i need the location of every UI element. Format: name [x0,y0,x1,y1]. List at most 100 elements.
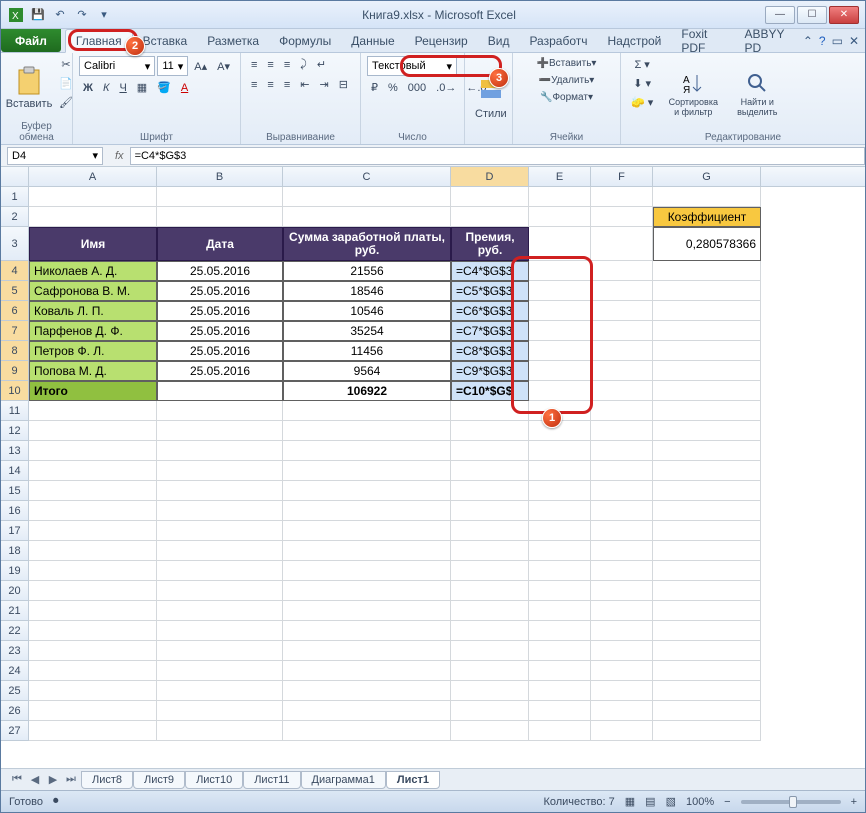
row-header-6[interactable]: 6 [1,301,29,321]
cell[interactable] [451,541,529,561]
cell[interactable] [529,521,591,541]
cell[interactable] [591,281,653,301]
paste-button[interactable]: Вставить [7,56,51,120]
row-header-17[interactable]: 17 [1,521,29,541]
cell[interactable] [591,501,653,521]
cell[interactable] [591,421,653,441]
cell[interactable] [653,521,761,541]
row-header-10[interactable]: 10 [1,381,29,401]
name-cell[interactable]: Сафронова В. М. [29,281,157,301]
zoom-slider[interactable] [741,800,841,804]
view-normal-icon[interactable]: ▦ [625,795,635,808]
cell[interactable] [591,541,653,561]
cell[interactable] [591,321,653,341]
bonus-cell[interactable]: =C5*$G$3 [451,281,529,301]
formula-input[interactable]: =C4*$G$3 [130,147,865,165]
cell[interactable] [529,261,591,281]
border-icon[interactable]: ▦ [133,79,151,96]
cell[interactable] [29,521,157,541]
row-header-25[interactable]: 25 [1,681,29,701]
cell[interactable] [653,361,761,381]
sheet-tab-Лист8[interactable]: Лист8 [81,771,133,789]
cell[interactable] [653,681,761,701]
cell[interactable] [591,381,653,401]
fill-color-icon[interactable]: 🪣 [153,79,175,96]
cell[interactable] [529,661,591,681]
cell[interactable] [157,661,283,681]
cell[interactable] [451,461,529,481]
tab-formulas[interactable]: Формулы [269,29,341,52]
cell[interactable] [653,341,761,361]
cell[interactable] [653,501,761,521]
ribbon-minimize-icon[interactable]: ⌃ [803,34,813,48]
cell[interactable] [283,661,451,681]
cell[interactable] [529,561,591,581]
cell[interactable] [283,461,451,481]
minimize-button[interactable]: — [765,6,795,24]
cell[interactable] [29,541,157,561]
cell[interactable] [157,481,283,501]
increase-indent-icon[interactable]: ⇥ [315,76,332,93]
cell[interactable] [29,721,157,741]
cell[interactable] [157,581,283,601]
cell[interactable] [283,641,451,661]
insert-cells-button[interactable]: ➕ Вставить ▾ [519,56,614,71]
fx-icon[interactable]: fx [109,150,130,162]
cell[interactable] [451,441,529,461]
sheet-tab-Лист10[interactable]: Лист10 [185,771,243,789]
cell[interactable] [29,641,157,661]
cell[interactable] [283,621,451,641]
total-salary[interactable]: 106922 [283,381,451,401]
cell[interactable] [451,421,529,441]
view-pagebreak-icon[interactable]: ▧ [666,795,676,808]
sheet-nav-next-icon[interactable]: ▶ [45,772,61,788]
row-header-5[interactable]: 5 [1,281,29,301]
cell[interactable] [29,461,157,481]
italic-icon[interactable]: К [99,79,113,96]
cell[interactable] [591,227,653,261]
clear-icon[interactable]: 🧽 ▾ [627,94,657,111]
row-header-14[interactable]: 14 [1,461,29,481]
cell[interactable] [653,621,761,641]
help-icon[interactable]: ? [819,34,826,48]
cell[interactable] [653,421,761,441]
cell[interactable] [157,207,283,227]
salary-cell[interactable]: 10546 [283,301,451,321]
cell[interactable] [653,401,761,421]
file-tab[interactable]: Файл [1,29,61,52]
cell[interactable] [451,681,529,701]
cell[interactable] [283,187,451,207]
cell[interactable] [29,187,157,207]
cell[interactable] [157,601,283,621]
cell[interactable] [451,721,529,741]
cell[interactable] [591,301,653,321]
cell[interactable] [529,207,591,227]
row-header-22[interactable]: 22 [1,621,29,641]
cell[interactable] [653,441,761,461]
name-cell[interactable]: Николаев А. Д. [29,261,157,281]
header-name[interactable]: Имя [29,227,157,261]
cell[interactable] [653,701,761,721]
cell[interactable] [451,401,529,421]
sheet-nav-last-icon[interactable]: ⏭ [63,772,79,788]
cell[interactable] [157,521,283,541]
sheet-tab-Лист1[interactable]: Лист1 [386,771,440,789]
cell[interactable] [653,261,761,281]
row-header-15[interactable]: 15 [1,481,29,501]
cell[interactable] [591,361,653,381]
cell[interactable] [451,481,529,501]
header-date[interactable]: Дата [157,227,283,261]
row-header-7[interactable]: 7 [1,321,29,341]
salary-cell[interactable]: 11456 [283,341,451,361]
cell[interactable] [529,541,591,561]
font-size-box[interactable]: 11▾ [157,56,188,76]
koef-header[interactable]: Коэффициент [653,207,761,227]
cell[interactable] [157,461,283,481]
find-select-button[interactable]: Найти и выделить [729,56,785,131]
cell[interactable] [591,187,653,207]
cell[interactable] [591,261,653,281]
bonus-cell[interactable]: =C9*$G$3 [451,361,529,381]
cell[interactable] [591,521,653,541]
header-bonus[interactable]: Премия, руб. [451,227,529,261]
cell[interactable] [29,621,157,641]
